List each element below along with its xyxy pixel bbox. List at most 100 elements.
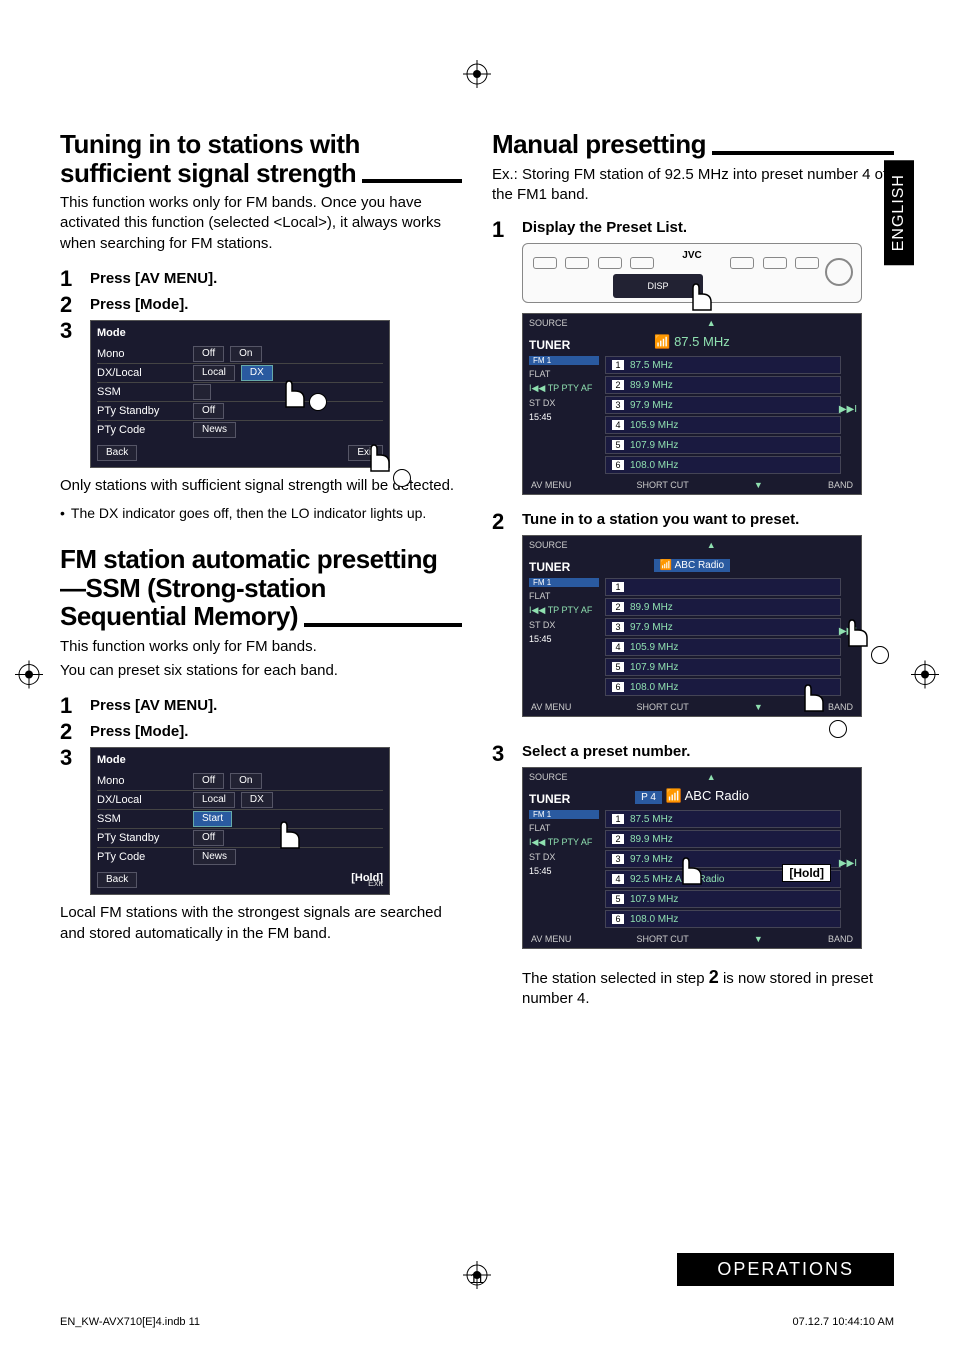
preset-item[interactable]: 6108.0 MHz xyxy=(605,678,841,696)
shortcut-label[interactable]: SHORT CUT xyxy=(637,934,689,944)
back-button[interactable]: Back xyxy=(97,872,137,888)
mode-row: PTy CodeNews xyxy=(97,420,383,439)
note-text: Local FM stations with the strongest sig… xyxy=(60,903,462,944)
tp-label: TP PTY AF xyxy=(548,837,593,847)
disp-button[interactable]: DISP xyxy=(613,274,703,298)
registration-mark-icon xyxy=(15,661,43,694)
step-2: 2 Press [Mode]. xyxy=(60,294,462,316)
preset-item[interactable]: 187.5 MHz xyxy=(605,810,841,828)
preset-item[interactable]: 5107.9 MHz xyxy=(605,658,841,676)
select-preset-panel: SOURCE ▲ TUNER FM 1 FLAT I◀◀ TP PTY AF S… xyxy=(522,767,862,949)
mode-option-button[interactable]: On xyxy=(230,346,261,362)
mode-row: DX/LocalLocalDX xyxy=(97,790,383,809)
heading-rule xyxy=(362,179,462,183)
preset-item[interactable]: 187.5 MHz xyxy=(605,356,841,374)
preset-item[interactable]: 5107.9 MHz xyxy=(605,436,841,454)
note-text: The station selected in step 2 is now st… xyxy=(522,965,894,1010)
source-label[interactable]: SOURCE xyxy=(529,540,568,550)
step-label: Press [Mode]. xyxy=(90,721,188,740)
mode-row-name: Mono xyxy=(97,348,187,360)
back-button[interactable]: Back xyxy=(97,445,137,461)
avmenu-label[interactable]: AV MENU xyxy=(531,702,571,712)
shortcut-label[interactable]: SHORT CUT xyxy=(637,480,689,490)
registration-mark-icon xyxy=(463,60,491,93)
band-indicator: FM 1 xyxy=(529,356,599,365)
band-label[interactable]: BAND xyxy=(828,702,853,712)
stdx-label: ST DX xyxy=(529,620,599,630)
step-1: 1 Display the Preset List. JVC xyxy=(492,219,894,495)
up-arrow-icon[interactable]: ▲ xyxy=(707,318,716,328)
mode-option-button[interactable]: DX xyxy=(241,792,273,808)
next-arrow-icon[interactable]: ▶▶I xyxy=(839,626,857,637)
face-button[interactable] xyxy=(630,257,654,269)
bullet-item: • The DX indicator goes off, then the LO… xyxy=(60,504,462,523)
heading-rule xyxy=(712,151,894,155)
preset-frequency: 89.9 MHz xyxy=(630,834,673,845)
face-button[interactable] xyxy=(763,257,787,269)
preset-frequency: 97.9 MHz xyxy=(630,854,673,865)
mode-option-button[interactable]: Off xyxy=(193,403,224,419)
preset-item[interactable]: 289.9 MHz xyxy=(605,376,841,394)
mode-option-button[interactable]: Local xyxy=(193,365,235,381)
down-arrow-icon[interactable]: ▼ xyxy=(754,702,763,712)
step-label: Press [Mode]. xyxy=(90,294,188,313)
mode-row-name: PTy Standby xyxy=(97,405,187,417)
mode-row-name: SSM xyxy=(97,813,187,825)
avmenu-label[interactable]: AV MENU xyxy=(531,480,571,490)
preset-number: 2 xyxy=(612,834,624,844)
preset-item[interactable]: 289.9 MHz xyxy=(605,598,841,616)
preset-item[interactable]: 6108.0 MHz xyxy=(605,910,841,928)
avmenu-label[interactable]: AV MENU xyxy=(531,934,571,944)
mode-option-button[interactable]: Off xyxy=(193,830,224,846)
section-heading-ssm: FM station automatic presetting —SSM (St… xyxy=(60,545,462,631)
preset-item[interactable]: 4105.9 MHz xyxy=(605,638,841,656)
face-button[interactable] xyxy=(795,257,819,269)
mode-option-button[interactable] xyxy=(193,384,211,400)
band-label[interactable]: BAND xyxy=(828,480,853,490)
face-button[interactable] xyxy=(565,257,589,269)
preset-frequency: 89.9 MHz xyxy=(630,380,673,391)
mode-option-button[interactable]: News xyxy=(193,422,236,438)
operations-bar: OPERATIONS xyxy=(677,1253,894,1286)
heading-rule xyxy=(304,623,462,627)
up-arrow-icon[interactable]: ▲ xyxy=(707,540,716,550)
face-button[interactable] xyxy=(533,257,557,269)
source-label[interactable]: SOURCE xyxy=(529,318,568,328)
mode-option-button[interactable]: On xyxy=(230,773,261,789)
preset-item[interactable]: 2 89.9 MHz xyxy=(605,830,841,848)
exit-button[interactable]: Exit xyxy=(348,445,383,461)
mode-option-button[interactable]: Local xyxy=(193,792,235,808)
mode-option-button[interactable]: Off xyxy=(193,773,224,789)
down-arrow-icon[interactable]: ▼ xyxy=(754,934,763,944)
time-label: 15:45 xyxy=(529,866,599,876)
shortcut-label[interactable]: SHORT CUT xyxy=(637,702,689,712)
device-faceplate: JVC DISP xyxy=(522,243,862,303)
tp-label: TP PTY AF xyxy=(548,383,593,393)
face-button[interactable] xyxy=(730,257,754,269)
body-text: This function works only for FM bands. xyxy=(60,637,462,657)
up-arrow-icon[interactable]: ▲ xyxy=(707,772,716,782)
preset-item[interactable]: 4105.9 MHz xyxy=(605,416,841,434)
down-arrow-icon[interactable]: ▼ xyxy=(754,480,763,490)
volume-knob[interactable] xyxy=(825,258,853,286)
step-2: 2 Press [Mode]. xyxy=(60,721,462,743)
mode-option-button[interactable]: Start xyxy=(193,811,232,827)
band-label[interactable]: BAND xyxy=(828,934,853,944)
left-column: Tuning in to stations with sufficient si… xyxy=(60,130,462,1022)
mode-row-name: PTy Code xyxy=(97,851,187,863)
face-button[interactable] xyxy=(598,257,622,269)
mode-option-button[interactable]: DX xyxy=(241,365,273,381)
next-arrow-icon[interactable]: ▶▶I xyxy=(839,404,857,415)
preset-item[interactable]: 397.9 MHz xyxy=(605,396,841,414)
mode-title: Mode xyxy=(97,327,383,339)
preset-item[interactable]: 397.9 MHz xyxy=(605,618,841,636)
next-arrow-icon[interactable]: ▶▶I xyxy=(839,858,857,869)
step-number: 3 xyxy=(492,743,512,765)
mode-option-button[interactable]: Off xyxy=(193,346,224,362)
preset-item[interactable]: 6108.0 MHz xyxy=(605,456,841,474)
mode-option-button[interactable]: News xyxy=(193,849,236,865)
source-label[interactable]: SOURCE xyxy=(529,772,568,782)
preset-item[interactable]: 1 xyxy=(605,578,841,596)
step-number: 1 xyxy=(60,268,80,290)
preset-item[interactable]: 5107.9 MHz xyxy=(605,890,841,908)
